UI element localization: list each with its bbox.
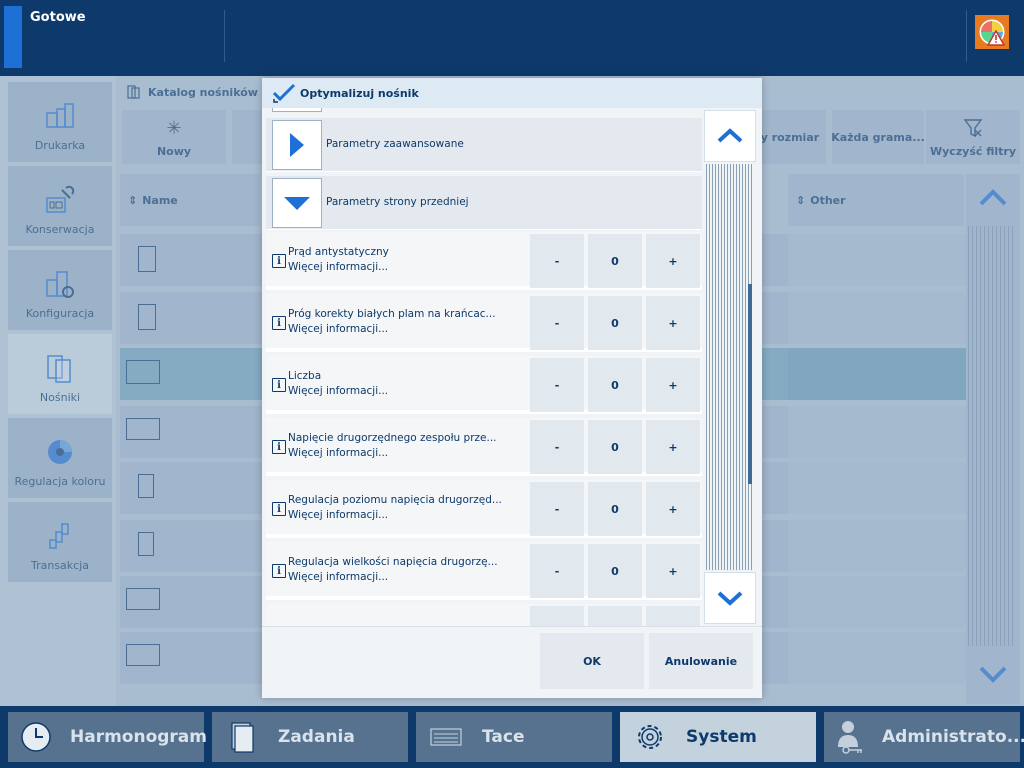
increment-button[interactable]: + (646, 296, 700, 350)
ok-label: OK (583, 654, 601, 668)
tab-label: Tace (482, 727, 525, 747)
decrement-button[interactable] (530, 606, 584, 626)
increment-button[interactable] (646, 606, 700, 626)
info-icon[interactable]: i (272, 254, 286, 268)
tab-jobs[interactable]: Zadania (212, 712, 408, 762)
top-status-bar: Gotowe (0, 0, 1024, 76)
tab-label: Zadania (278, 727, 355, 747)
param-row: i Regulacja poziomu napięcia drugorzęd..… (266, 480, 702, 538)
divider (224, 10, 225, 62)
param-name: Prąd antystatyczny (288, 246, 389, 258)
param-name: Napięcie drugorzędnego zespołu prze... (288, 432, 497, 444)
bottom-navigation: Harmonogram Zadania Tace System Administ… (0, 706, 1024, 768)
section-label: Parametry zaawansowane (326, 138, 464, 150)
param-row: i Próg korekty białych plam na krańcac..… (266, 294, 702, 352)
scroll-track[interactable] (706, 164, 752, 570)
param-name: Liczba (288, 370, 322, 382)
more-info-link[interactable]: Więcej informacji... (288, 261, 388, 273)
value-field[interactable]: 0 (588, 234, 642, 288)
divider (966, 10, 967, 62)
decrement-button[interactable]: - (530, 296, 584, 350)
tab-system[interactable]: System (620, 712, 816, 762)
chevron-up-icon (717, 128, 743, 143)
tab-label: System (686, 727, 757, 747)
param-name: Regulacja wielkości napięcia drugorzę... (288, 556, 498, 568)
param-name: Próg korekty białych plam na krańcac... (288, 308, 496, 320)
info-icon[interactable]: i (272, 502, 286, 516)
decrement-button[interactable]: - (530, 358, 584, 412)
info-icon[interactable]: i (272, 440, 286, 454)
section-advanced-parameters[interactable]: Parametry zaawansowane (266, 118, 702, 172)
value-field[interactable]: 0 (588, 358, 642, 412)
increment-button[interactable]: + (646, 420, 700, 474)
increment-button[interactable]: + (646, 358, 700, 412)
user-key-icon (836, 719, 864, 755)
decrement-button[interactable]: - (530, 420, 584, 474)
section-front-side-parameters[interactable]: Parametry strony przedniej (266, 176, 702, 230)
optimize-media-dialog: Optymalizuj nośnik Parametry zaawansowan… (262, 78, 762, 698)
scroll-up-button[interactable] (704, 110, 756, 162)
collapse-button[interactable] (272, 178, 322, 228)
tab-label: Administrato... (882, 727, 1024, 747)
dialog-scrollbar[interactable] (702, 108, 758, 626)
expand-button[interactable] (272, 120, 322, 170)
decrement-button[interactable]: - (530, 234, 584, 288)
scroll-down-button[interactable] (704, 572, 756, 624)
decrement-button[interactable]: - (530, 482, 584, 536)
param-row: i Regulacja wielkości napięcia drugorzę.… (266, 542, 702, 600)
scroll-thumb[interactable] (748, 284, 752, 484)
cancel-button[interactable]: Anulowanie (649, 633, 753, 689)
triangle-right-icon (290, 133, 304, 157)
dialog-title: Optymalizuj nośnik (300, 86, 419, 100)
more-info-link[interactable]: Więcej informacji... (288, 323, 388, 335)
clock-icon (20, 719, 52, 755)
triangle-down-icon (284, 197, 310, 210)
tab-schedule[interactable]: Harmonogram (8, 712, 207, 762)
info-icon[interactable]: i (272, 378, 286, 392)
increment-button[interactable]: + (646, 482, 700, 536)
info-icon[interactable]: i (272, 564, 286, 578)
increment-button[interactable]: + (646, 234, 700, 288)
value-field[interactable]: 0 (588, 420, 642, 474)
more-info-link[interactable]: Więcej informacji... (288, 509, 388, 521)
info-icon[interactable]: i (272, 316, 286, 330)
value-field[interactable]: 0 (588, 544, 642, 598)
parameter-list[interactable]: Parametry zaawansowane Parametry strony … (262, 108, 702, 626)
value-field[interactable] (588, 606, 642, 626)
cancel-label: Anulowanie (664, 654, 738, 668)
param-row: i Prąd antystatyczny Więcej informacji..… (266, 232, 702, 290)
tab-label: Harmonogram (70, 727, 207, 747)
more-info-link[interactable]: Więcej informacji... (288, 571, 388, 583)
param-row: i Napięcie drugorzędnego zespołu prze...… (266, 418, 702, 476)
dialog-title-bar: Optymalizuj nośnik (262, 78, 762, 108)
param-row: i Liczba Więcej informacji... - 0 + (266, 356, 702, 414)
increment-button[interactable]: + (646, 544, 700, 598)
param-name: Regulacja poziomu napięcia drugorzęd... (288, 494, 502, 506)
tab-trays[interactable]: Tace (416, 712, 612, 762)
checkmark-icon (272, 81, 300, 105)
ok-button[interactable]: OK (540, 633, 644, 689)
dialog-footer: OK Anulowanie (262, 626, 762, 698)
more-info-link[interactable]: Więcej informacji... (288, 385, 388, 397)
value-field[interactable]: 0 (588, 482, 642, 536)
trays-icon (428, 719, 464, 755)
section-label: Parametry strony przedniej (326, 196, 469, 208)
section-header-partial (272, 108, 322, 112)
more-info-link[interactable]: Więcej informacji... (288, 447, 388, 459)
color-wheel-warning-icon (979, 19, 1006, 46)
tab-administrator[interactable]: Administrato... (824, 712, 1024, 762)
decrement-button[interactable]: - (530, 544, 584, 598)
status-indicator (4, 6, 22, 68)
param-row-partial (266, 604, 702, 626)
jobs-icon (224, 719, 260, 755)
status-text: Gotowe (30, 10, 86, 25)
system-status-button[interactable] (975, 15, 1009, 49)
gear-icon (632, 719, 668, 755)
chevron-down-icon (717, 591, 743, 606)
value-field[interactable]: 0 (588, 296, 642, 350)
